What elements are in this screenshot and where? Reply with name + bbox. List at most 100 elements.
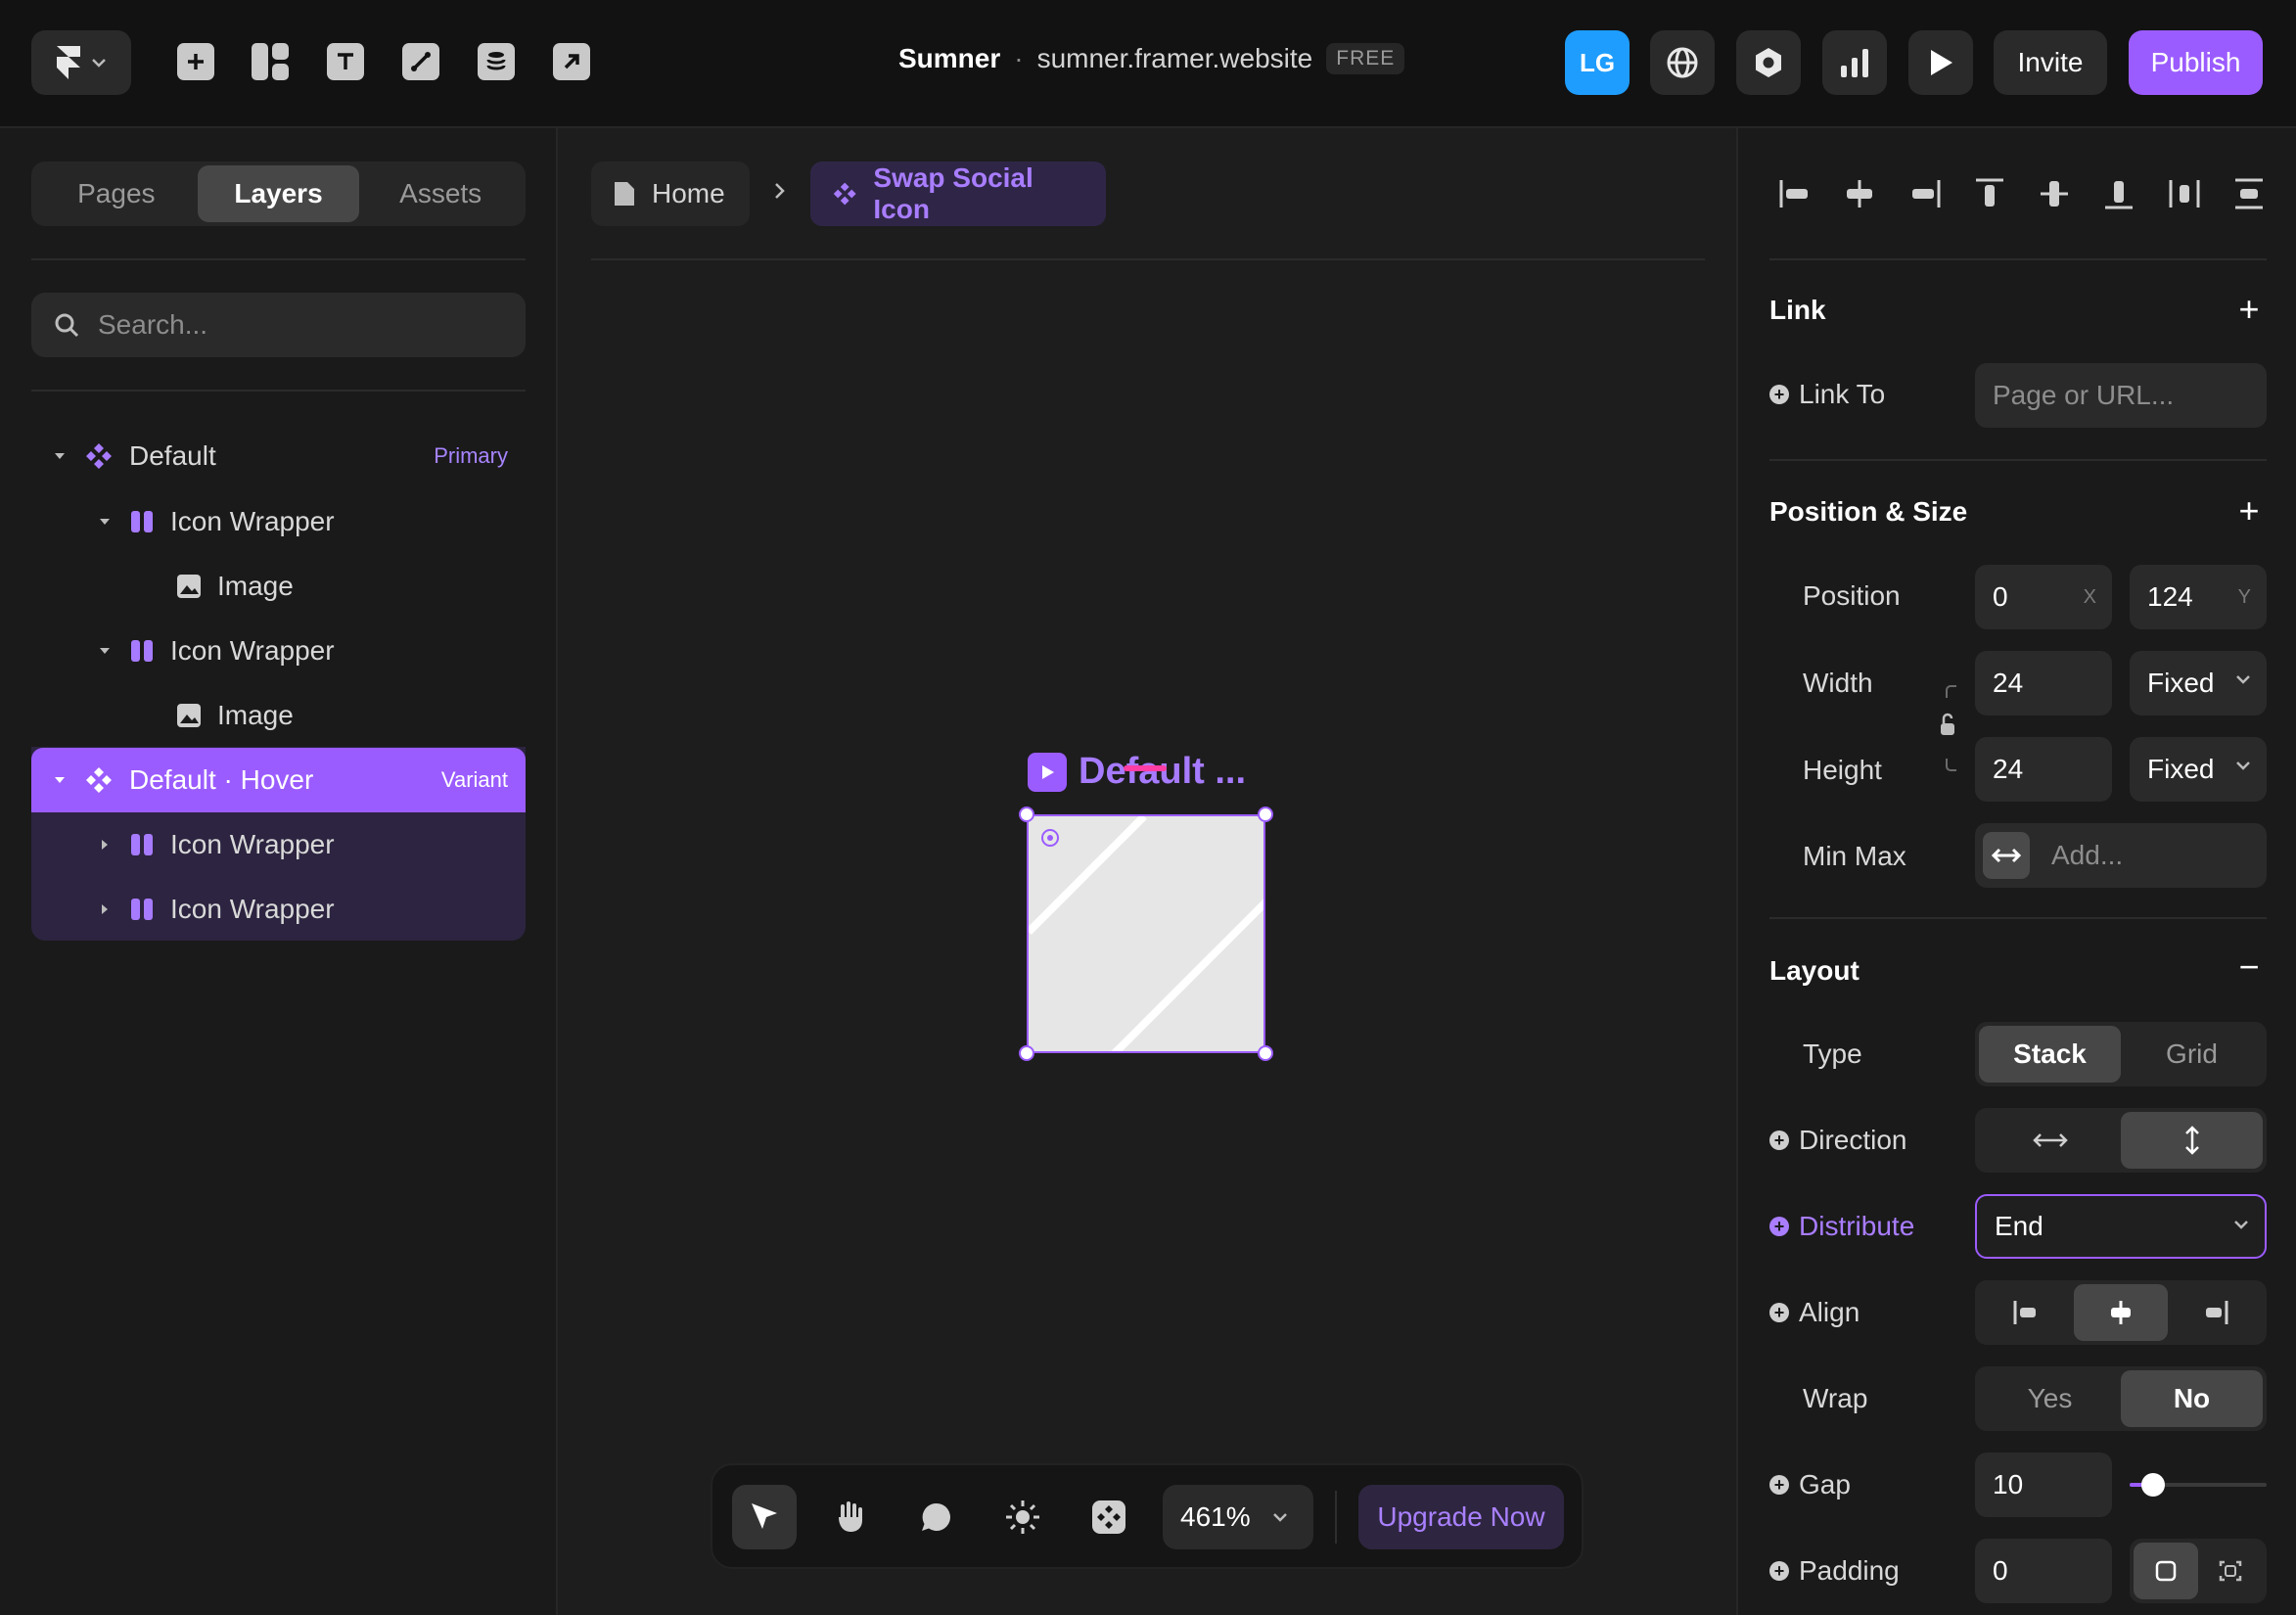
height-input[interactable]: 24 <box>1975 737 2112 802</box>
direction-label[interactable]: + Direction <box>1769 1125 1906 1156</box>
gap-slider[interactable] <box>2130 1473 2267 1497</box>
distribute-label[interactable]: + Distribute <box>1769 1211 1914 1242</box>
preview-button[interactable] <box>1908 30 1973 95</box>
add-position-button[interactable]: + <box>2233 490 2265 531</box>
gap-label[interactable]: + Gap <box>1769 1469 1851 1500</box>
layer-row-icon-wrapper[interactable]: Icon Wrapper <box>31 489 526 554</box>
theme-toggle-button[interactable] <box>990 1485 1055 1549</box>
gap-input[interactable]: 10 <box>1975 1453 2112 1517</box>
hand-tool-button[interactable] <box>818 1485 883 1549</box>
upgrade-button[interactable]: Upgrade Now <box>1358 1485 1564 1549</box>
link-to-label[interactable]: + Link To <box>1769 379 1885 410</box>
title-separator: · <box>1014 43 1024 73</box>
settings-button[interactable] <box>1736 30 1801 95</box>
resize-handle-bottom-right[interactable] <box>1258 1045 1273 1061</box>
position-x-input[interactable]: 0 X <box>1975 565 2112 629</box>
caret-right-icon[interactable] <box>98 902 112 916</box>
invite-button[interactable]: Invite <box>1994 30 2107 95</box>
width-mode-select[interactable]: Fixed <box>2130 651 2267 715</box>
align-top-icon[interactable] <box>1972 176 2007 211</box>
frame-label[interactable]: Default ... <box>1028 751 1246 793</box>
resize-handle-top-left[interactable] <box>1019 807 1034 822</box>
min-max-input[interactable]: Add... <box>1975 823 2267 888</box>
search-input[interactable] <box>98 309 470 341</box>
layout-type-stack[interactable]: Stack <box>1979 1026 2121 1083</box>
layer-row-image[interactable]: Image <box>31 554 526 619</box>
select-tool-button[interactable] <box>732 1485 797 1549</box>
distribute-horizontal-icon[interactable] <box>2167 176 2202 211</box>
open-in-new-button[interactable] <box>542 32 601 91</box>
breadcrumb-component[interactable]: Swap Social Icon <box>810 162 1106 226</box>
direction-vertical[interactable] <box>2121 1112 2263 1169</box>
layer-tag-variant: Variant <box>440 767 508 792</box>
position-y-input[interactable]: 124 Y <box>2130 565 2267 629</box>
framer-menu-button[interactable] <box>31 30 131 95</box>
avatar[interactable]: LG <box>1565 30 1630 95</box>
caret-down-icon[interactable] <box>98 644 112 658</box>
tab-layers[interactable]: Layers <box>197 165 360 222</box>
caret-down-icon[interactable] <box>53 449 67 463</box>
remove-layout-button[interactable]: − <box>2233 946 2265 988</box>
resize-horizontal-icon[interactable] <box>1983 832 2030 879</box>
aspect-lock-icon[interactable] <box>1937 684 1962 772</box>
layer-row-icon-wrapper[interactable]: Icon Wrapper <box>31 619 526 683</box>
width-input[interactable]: 24 <box>1975 651 2112 715</box>
direction-horizontal[interactable] <box>1979 1112 2121 1169</box>
text-tool-button[interactable] <box>316 32 375 91</box>
tab-pages[interactable]: Pages <box>35 165 198 222</box>
layer-search[interactable] <box>31 293 526 357</box>
tab-assets[interactable]: Assets <box>359 165 522 222</box>
layer-row-image[interactable]: Image <box>31 683 526 748</box>
breadcrumb-home[interactable]: Home <box>591 162 750 226</box>
distribute-select[interactable]: End <box>1975 1194 2267 1259</box>
padding-individual[interactable] <box>2198 1543 2263 1599</box>
height-mode-value: Fixed <box>2147 754 2215 784</box>
insert-button[interactable] <box>166 32 225 91</box>
padding-uniform[interactable] <box>2134 1543 2198 1599</box>
link-to-input[interactable]: Page or URL... <box>1975 363 2267 428</box>
align-center-vertical-icon[interactable] <box>2037 176 2072 211</box>
layer-row-icon-wrapper[interactable]: Icon Wrapper <box>31 812 526 877</box>
layer-row-default[interactable]: Default Primary <box>31 424 526 488</box>
cms-button[interactable] <box>467 32 526 91</box>
align-left-icon[interactable] <box>1777 176 1813 211</box>
align-start[interactable] <box>1979 1284 2074 1341</box>
panel-tabs: Pages Layers Assets <box>31 162 526 226</box>
project-title[interactable]: Sumner · sumner.framer.website FREE <box>898 43 1405 74</box>
caret-down-icon[interactable] <box>53 773 67 787</box>
axis-x-label: X <box>2083 585 2096 608</box>
distribute-vertical-icon[interactable] <box>2231 176 2267 211</box>
caret-right-icon[interactable] <box>98 838 112 852</box>
padding-input[interactable]: 0 <box>1975 1539 2112 1603</box>
comment-tool-button[interactable] <box>904 1485 969 1549</box>
align-end[interactable] <box>2168 1284 2263 1341</box>
resize-handle-top-right[interactable] <box>1258 807 1273 822</box>
wrap-yes[interactable]: Yes <box>1979 1370 2121 1427</box>
layout-button[interactable] <box>241 32 299 91</box>
align-center[interactable] <box>2073 1284 2169 1341</box>
caret-down-icon[interactable] <box>98 515 112 529</box>
vector-tool-button[interactable] <box>391 32 450 91</box>
selected-frame[interactable] <box>1027 814 1265 1053</box>
layer-row-default-hover[interactable]: Default · Hover Variant <box>31 748 526 812</box>
wrap-no[interactable]: No <box>2121 1370 2263 1427</box>
resize-handle-bottom-left[interactable] <box>1019 1045 1034 1061</box>
zoom-select[interactable]: 461% <box>1163 1485 1313 1549</box>
align-bottom-icon[interactable] <box>2101 176 2136 211</box>
align-label[interactable]: + Align <box>1769 1297 1860 1328</box>
canvas[interactable]: Home Swap Social Icon Default ... 461% U… <box>560 128 1736 1615</box>
analytics-button[interactable] <box>1822 30 1887 95</box>
add-link-button[interactable]: + <box>2233 289 2265 330</box>
site-settings-button[interactable] <box>1650 30 1715 95</box>
components-button[interactable] <box>1077 1485 1141 1549</box>
publish-button[interactable]: Publish <box>2129 30 2263 95</box>
arrow-horizontal-icon <box>2032 1133 2068 1147</box>
height-mode-select[interactable]: Fixed <box>2130 737 2267 802</box>
gap-slider-thumb[interactable] <box>2141 1473 2165 1497</box>
layout-type-grid[interactable]: Grid <box>2121 1026 2263 1083</box>
align-right-icon[interactable] <box>1907 176 1943 211</box>
square-icon <box>2155 1560 2177 1582</box>
align-center-horizontal-icon[interactable] <box>1842 176 1877 211</box>
padding-label[interactable]: + Padding <box>1769 1555 1900 1587</box>
layer-row-icon-wrapper[interactable]: Icon Wrapper <box>31 877 526 942</box>
